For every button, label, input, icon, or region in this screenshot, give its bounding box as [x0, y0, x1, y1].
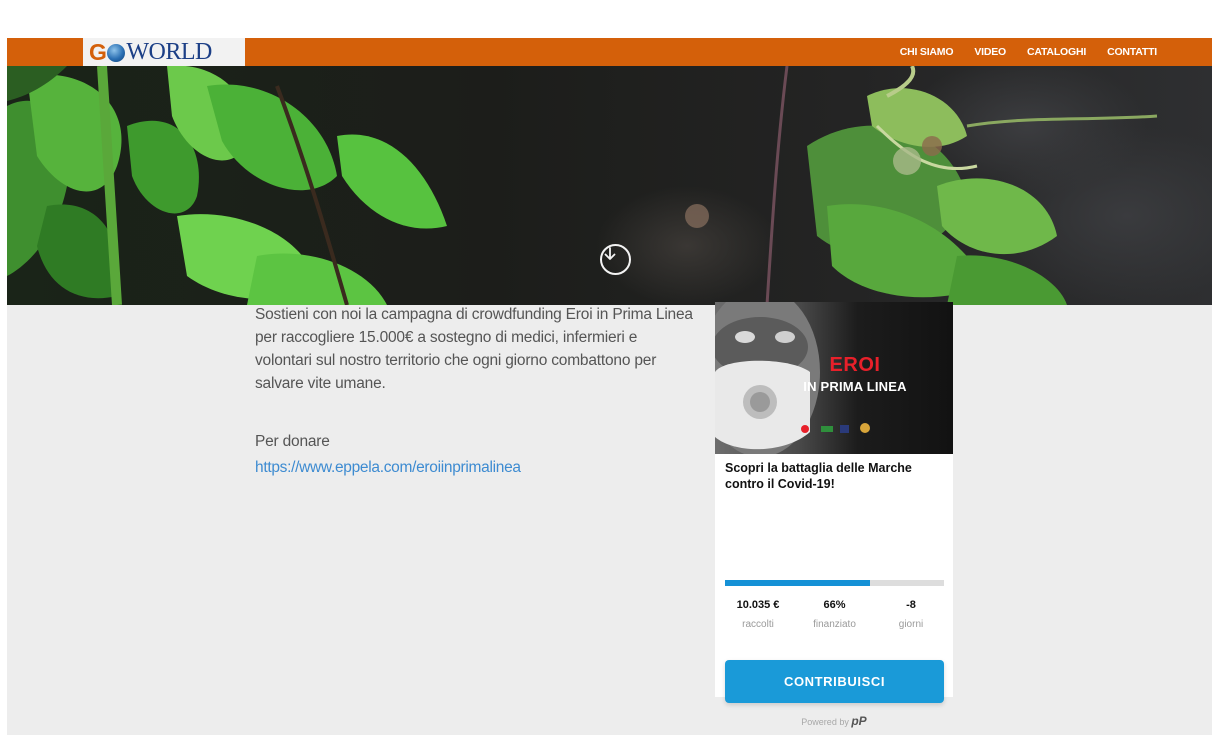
- globe-icon: [107, 44, 126, 62]
- campaign-image[interactable]: EROI IN PRIMA LINEA: [715, 302, 953, 454]
- donate-link[interactable]: https://www.eppela.com/eroiinprimalinea: [255, 459, 521, 477]
- crowdfunding-widget: EROI IN PRIMA LINEA Scopri la battaglia …: [715, 302, 953, 728]
- stat-raised: 10.035 € raccolti: [725, 599, 791, 630]
- funding-progress-bar: [725, 580, 944, 586]
- image-title-prima-linea: IN PRIMA LINEA: [803, 379, 907, 394]
- arrow-down-circle-icon: [604, 247, 616, 260]
- stat-value: 10.035 €: [736, 599, 780, 611]
- goworld-logo[interactable]: G WORLD: [83, 38, 245, 66]
- logo-world: WORLD: [126, 39, 212, 65]
- nav-contatti[interactable]: CONTATTI: [1107, 46, 1157, 58]
- campaign-title[interactable]: Scopri la battaglia delle Marche contro …: [725, 460, 945, 492]
- masked-face-illustration: [715, 302, 870, 454]
- nav-cataloghi[interactable]: CATALOGHI: [1027, 46, 1086, 58]
- stat-days: -8 giorni: [878, 599, 944, 630]
- top-navbar: G WORLD CHI SIAMO VIDEO CATALOGHI CONTAT…: [7, 38, 1212, 66]
- image-title-eroi: EROI: [829, 354, 881, 376]
- campaign-stats: 10.035 € raccolti 66% finanziato -8 gior…: [725, 599, 944, 630]
- contribute-button[interactable]: CONTRIBUISCI: [725, 660, 944, 703]
- logo-go: G: [89, 39, 107, 65]
- funding-progress-fill: [725, 580, 870, 586]
- nav-chi-siamo[interactable]: CHI SIAMO: [900, 46, 954, 58]
- stat-value: 66%: [823, 599, 846, 611]
- hero-video-banner: [7, 66, 1212, 305]
- campaign-description: Sostieni con noi la campagna di crowdfun…: [255, 306, 693, 392]
- scroll-down-button[interactable]: [600, 244, 631, 275]
- stat-funded: 66% finanziato: [802, 599, 868, 630]
- powered-by-text: Powered by: [801, 717, 849, 727]
- stat-label: raccolti: [742, 619, 774, 630]
- donate-label: Per donare: [255, 433, 330, 450]
- powered-by-footer[interactable]: Powered by pP: [715, 714, 953, 728]
- stat-label: giorni: [898, 619, 924, 630]
- stat-label: finanziato: [813, 619, 856, 630]
- nav-video[interactable]: VIDEO: [974, 46, 1006, 58]
- stat-value: -8: [906, 599, 916, 611]
- eppela-logo: pP: [851, 714, 867, 728]
- main-nav: CHI SIAMO VIDEO CATALOGHI CONTATTI: [900, 38, 1157, 66]
